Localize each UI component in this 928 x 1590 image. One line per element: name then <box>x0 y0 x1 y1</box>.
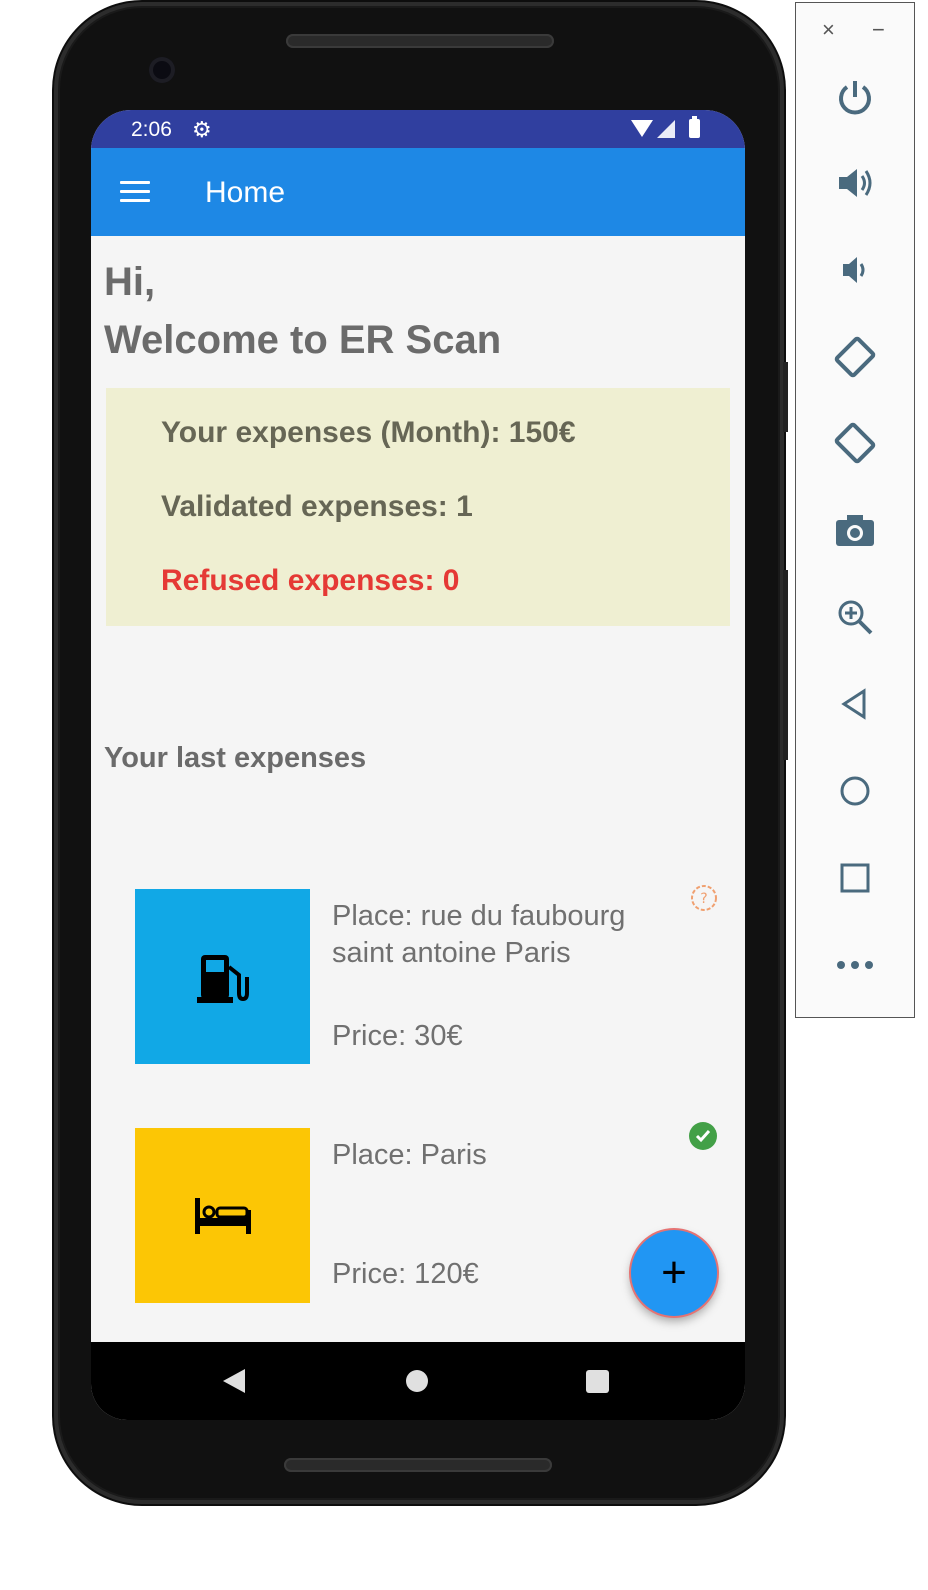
fuel-pump-icon <box>196 954 249 1003</box>
android-nav-bar <box>91 1342 745 1420</box>
expense-place: Place: Paris <box>332 1139 487 1171</box>
back-icon[interactable] <box>796 674 914 734</box>
volume-down-icon[interactable] <box>796 240 914 300</box>
expense-thumbnail-hotel[interactable] <box>135 1128 310 1303</box>
validated-icon <box>689 1122 717 1150</box>
side-button-volume[interactable] <box>783 570 788 760</box>
greeting-hi: Hi, <box>104 260 156 304</box>
validated-expenses: Validated expenses: 1 <box>161 490 473 523</box>
monthly-expenses: Your expenses (Month): 150€ <box>161 416 576 449</box>
bed-icon <box>194 1197 251 1234</box>
status-bar: 2:06 ⚙ <box>91 110 745 148</box>
nav-home-icon[interactable] <box>406 1370 428 1392</box>
overview-icon[interactable] <box>796 848 914 908</box>
volume-up-icon[interactable] <box>796 153 914 213</box>
gear-icon: ⚙ <box>192 117 212 142</box>
wifi-icon <box>631 120 653 137</box>
refused-expenses: Refused expenses: 0 <box>161 564 460 597</box>
home-icon[interactable] <box>796 761 914 821</box>
emulator-control-panel: × − <box>795 2 915 1018</box>
page-title: Home <box>205 176 286 209</box>
nav-back-icon[interactable] <box>223 1369 245 1393</box>
signal-icon <box>657 120 675 138</box>
close-icon[interactable]: × <box>822 17 835 43</box>
expense-thumbnail-fuel[interactable] <box>135 889 310 1064</box>
expense-price: Price: 120€ <box>332 1258 479 1290</box>
phone-screen: 2:06 ⚙ Home Hi, Welcome to ER Scan Your … <box>91 110 745 1420</box>
rotate-right-icon[interactable] <box>796 413 914 473</box>
camera-icon[interactable] <box>796 500 914 560</box>
zoom-icon[interactable] <box>796 587 914 647</box>
speaker-top <box>286 34 554 48</box>
app-bar: Home <box>91 148 745 236</box>
hamburger-menu-icon[interactable] <box>120 181 150 203</box>
speaker-bottom <box>284 1458 552 1472</box>
side-button-power[interactable] <box>783 362 788 432</box>
last-expenses-title: Your last expenses <box>104 742 367 774</box>
expense-summary-card: Your expenses (Month): 150€ Validated ex… <box>106 388 730 626</box>
battery-icon <box>689 116 700 138</box>
front-camera <box>149 57 175 83</box>
greeting-welcome: Welcome to ER Scan <box>104 318 502 362</box>
expense-price: Price: 30€ <box>332 1020 463 1052</box>
nav-recents-icon[interactable] <box>586 1370 609 1393</box>
status-time: 2:06 <box>131 118 172 141</box>
rotate-left-icon[interactable] <box>796 327 914 387</box>
pending-icon: ? <box>689 883 717 911</box>
power-icon[interactable] <box>796 67 914 127</box>
svg-text:?: ? <box>700 891 707 907</box>
minimize-icon[interactable]: − <box>872 17 885 43</box>
more-icon[interactable] <box>796 935 914 995</box>
expense-place: Place: rue du faubourg saint antoine Par… <box>332 900 626 969</box>
add-expense-button[interactable]: + <box>631 1230 717 1316</box>
